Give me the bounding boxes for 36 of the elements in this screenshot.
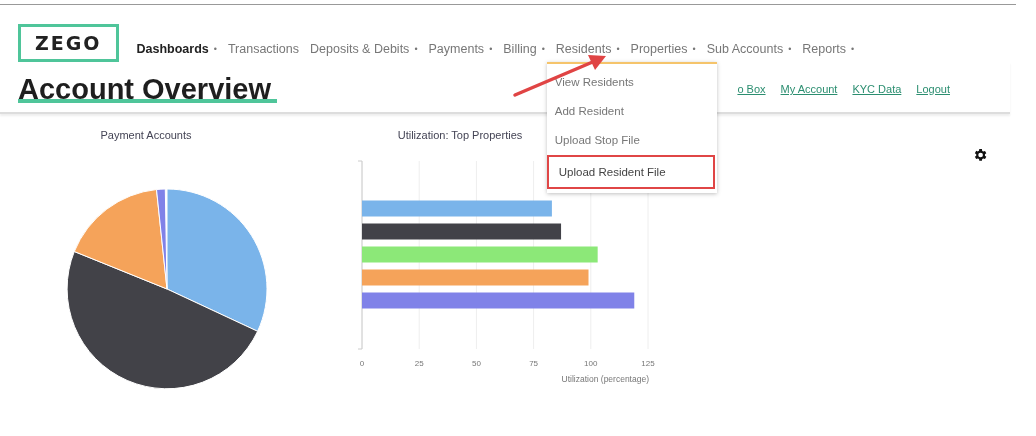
caret-icon[interactable]: • [788, 44, 792, 54]
nav-item[interactable]: Billing [503, 42, 537, 56]
nav-item[interactable]: Sub Accounts [706, 42, 784, 56]
nav-item[interactable]: Properties [630, 42, 688, 56]
chart-title: Utilization: Top Properties [397, 129, 523, 141]
nav-item[interactable]: Residents [555, 42, 612, 56]
caret-icon[interactable]: • [213, 44, 217, 54]
nav-item[interactable]: Dashboards [136, 42, 209, 56]
caret-icon[interactable]: • [692, 44, 696, 54]
axis-tick-label: 25 [414, 359, 424, 368]
menu-item[interactable]: View Residents [546, 68, 717, 97]
header-link[interactable]: Logout [916, 83, 950, 95]
caret-icon[interactable]: • [414, 44, 418, 54]
axis-tick-label: 100 [584, 359, 598, 368]
chart-title: Payment Accounts [100, 129, 192, 141]
settings-icon[interactable] [972, 147, 988, 163]
header-link[interactable]: o Box [737, 83, 766, 95]
menu-item[interactable]: Upload Resident File [546, 155, 715, 189]
axis-label: Utilization (percentage) [561, 374, 649, 384]
axis-tick-label: 125 [641, 359, 655, 368]
header-link[interactable]: My Account [780, 83, 838, 95]
nav-item[interactable]: Transactions [227, 42, 299, 56]
caret-icon[interactable]: • [851, 44, 855, 54]
caret-icon[interactable]: • [541, 44, 545, 54]
menu-item[interactable]: Upload Stop File [546, 126, 717, 155]
header-link[interactable]: KYC Data [852, 83, 902, 95]
axis-tick-label: 50 [471, 359, 481, 368]
nav-item[interactable]: Deposits & Debits [310, 42, 410, 56]
caret-icon[interactable]: • [489, 44, 493, 54]
logo[interactable]: ZEGO [18, 24, 119, 62]
nav-item[interactable]: Payments [428, 42, 485, 56]
nav-item[interactable]: Reports [802, 42, 847, 56]
axis-tick-label: 75 [529, 359, 539, 368]
menu-item[interactable]: Add Resident [546, 97, 717, 126]
caret-icon[interactable]: • [616, 44, 620, 54]
axis-tick-label: 0 [359, 359, 365, 368]
